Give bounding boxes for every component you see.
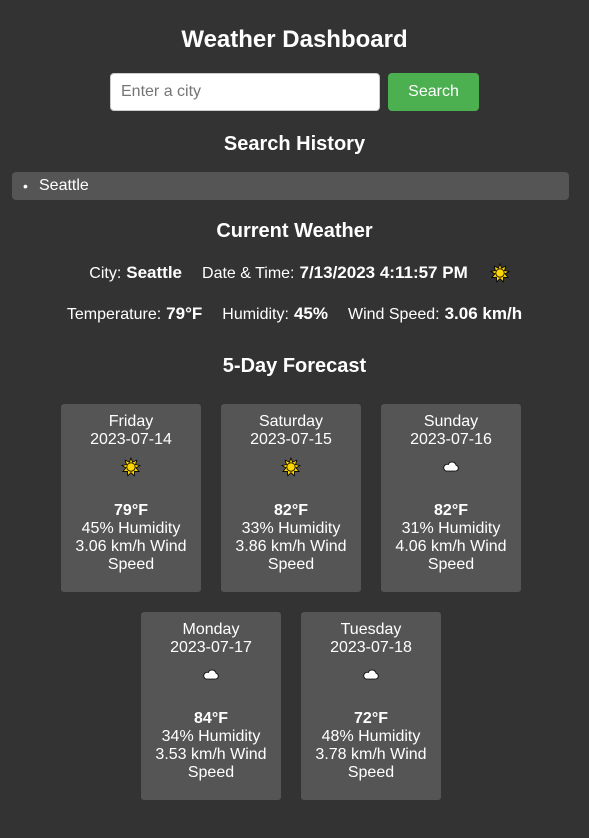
forecast-humidity: 45% Humidity [81, 520, 181, 537]
current-temperature: Temperature: 79°F [67, 304, 202, 324]
current-humidity: Humidity: 45% [222, 304, 328, 324]
forecast-wind-speed: 4.06 km/h Wind Speed [395, 538, 507, 573]
forecast-humidity: 34% Humidity [161, 728, 261, 745]
current-wind-speed: Wind Speed: 3.06 km/h [348, 304, 522, 324]
forecast-day: Sunday [423, 413, 479, 430]
temperature-label: Temperature: [66, 306, 162, 323]
sun-icon [489, 262, 510, 283]
current-weather-row-conditions: Temperature: 79°F Humidity: 45% Wind Spe… [0, 303, 589, 325]
forecast-heading: 5-Day Forecast [222, 355, 367, 377]
page-title: Weather Dashboard [181, 26, 408, 53]
city-value: Seattle [126, 263, 183, 282]
forecast-humidity: 33% Humidity [241, 520, 341, 537]
city-search-input[interactable] [110, 73, 380, 111]
cloud-icon [301, 665, 441, 685]
weather-dashboard-page: Weather Dashboard Search Search History … [0, 0, 589, 838]
current-datetime: Date & Time: 7/13/2023 4:11:57 PM [202, 263, 468, 283]
forecast-humidity: 48% Humidity [321, 728, 421, 745]
forecast-wind-speed: 3.06 km/h Wind Speed [75, 538, 187, 573]
forecast-temperature: 82°F [434, 502, 468, 519]
datetime-label: Date & Time: [202, 265, 295, 282]
forecast-day: Monday [182, 621, 240, 638]
forecast-day: Saturday [258, 413, 324, 430]
forecast-card-saturday: Saturday 2023-07-15 82°F 33% Humidity 3.… [221, 404, 361, 592]
forecast-date: 2023-07-14 [90, 431, 172, 448]
current-weather-row-location: City: Seattle Date & Time: 7/13/2023 4:1… [0, 262, 589, 284]
forecast-wind-speed: 3.78 km/h Wind Speed [315, 746, 427, 781]
temperature-value: 79°F [166, 304, 203, 323]
forecast-humidity: 31% Humidity [401, 520, 501, 537]
forecast-date: 2023-07-17 [170, 639, 252, 656]
forecast-date: 2023-07-18 [330, 639, 412, 656]
humidity-value: 45% [293, 304, 328, 323]
forecast-card-monday: Monday 2023-07-17 84°F 34% Humidity 3.53… [141, 612, 281, 800]
forecast-temperature: 82°F [274, 502, 308, 519]
history-item-seattle[interactable]: • Seattle [12, 172, 569, 200]
cloud-icon [381, 457, 521, 477]
search-bar: Search [0, 73, 589, 111]
search-history-heading: Search History [223, 133, 366, 155]
datetime-value: 7/13/2023 4:11:57 PM [299, 263, 468, 282]
sun-icon [221, 456, 361, 477]
forecast-date: 2023-07-16 [410, 431, 492, 448]
forecast-date: 2023-07-15 [250, 431, 332, 448]
forecast-day: Friday [108, 413, 154, 430]
forecast-day: Tuesday [340, 621, 402, 638]
forecast-card-friday: Friday 2023-07-14 79°F 45% Humidity 3.06… [61, 404, 201, 592]
current-weather-heading: Current Weather [216, 220, 373, 242]
wind-value: 3.06 km/h [444, 304, 523, 323]
forecast-temperature: 84°F [194, 710, 228, 727]
forecast-temperature: 79°F [114, 502, 148, 519]
sun-icon [61, 456, 201, 477]
history-item-label: Seattle [39, 177, 89, 194]
humidity-label: Humidity: [222, 306, 289, 323]
forecast-temperature: 72°F [354, 710, 388, 727]
wind-label: Wind Speed: [347, 306, 440, 323]
current-city: City: Seattle [89, 263, 182, 283]
search-button[interactable]: Search [388, 73, 479, 111]
forecast-wind-speed: 3.53 km/h Wind Speed [155, 746, 267, 781]
city-label: City: [89, 265, 122, 282]
search-history-list: • Seattle [12, 172, 569, 200]
forecast-card-tuesday: Tuesday 2023-07-18 72°F 48% Humidity 3.7… [301, 612, 441, 800]
bullet-icon: • [23, 178, 28, 194]
forecast-card-sunday: Sunday 2023-07-16 82°F 31% Humidity 4.06… [381, 404, 521, 592]
cloud-icon [141, 665, 281, 685]
forecast-wind-speed: 3.86 km/h Wind Speed [235, 538, 347, 573]
